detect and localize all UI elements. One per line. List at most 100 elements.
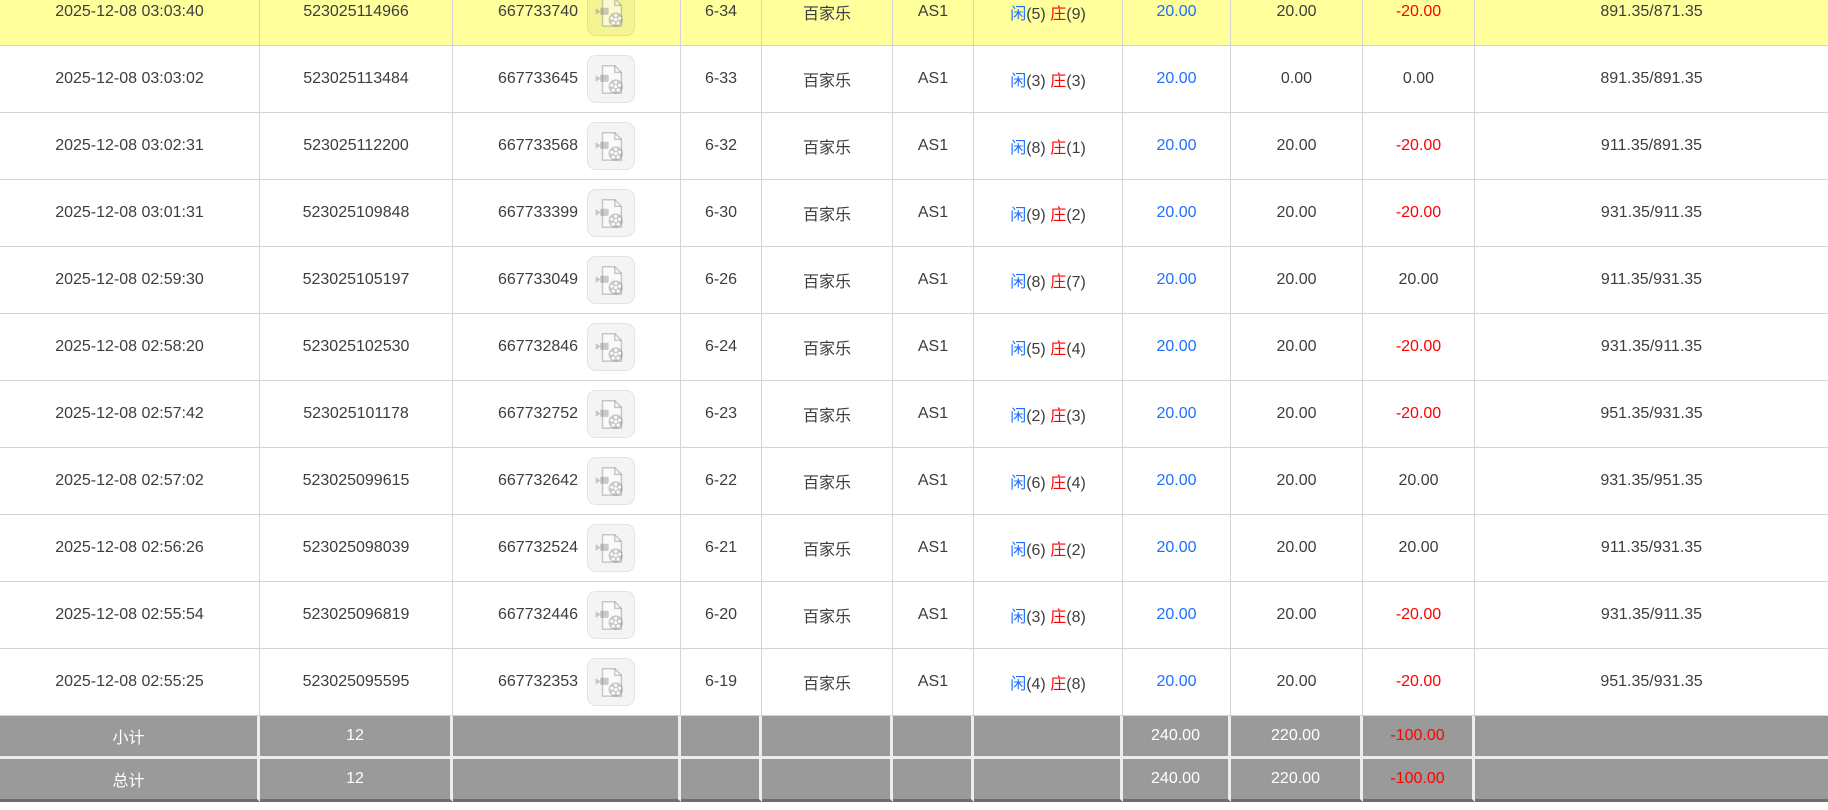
video-icon bbox=[595, 131, 623, 161]
video-replay-button[interactable] bbox=[587, 0, 636, 36]
bet-amount-link[interactable]: 20.00 bbox=[1156, 405, 1196, 422]
banker-points: (9) bbox=[1066, 5, 1086, 23]
valid-amount: 20.00 bbox=[1231, 112, 1363, 180]
balance: 951.35/931.35 bbox=[1475, 380, 1828, 448]
video-replay-button[interactable] bbox=[587, 590, 636, 639]
total-winloss: -100.00 bbox=[1363, 758, 1475, 802]
bet-number: 523025109848 bbox=[260, 179, 453, 247]
game-number: 667733049 bbox=[497, 270, 579, 288]
bet-number: 523025113484 bbox=[260, 45, 453, 113]
subtotal-valid-amount: 220.00 bbox=[1231, 715, 1363, 759]
game-result: 闲(5) 庄(9) bbox=[974, 0, 1123, 46]
valid-amount: 20.00 bbox=[1231, 380, 1363, 448]
valid-amount: 20.00 bbox=[1231, 648, 1363, 716]
player-points: (5) bbox=[1026, 5, 1046, 23]
bet-time: 2025-12-08 03:02:31 bbox=[0, 112, 260, 180]
round-number: 6-21 bbox=[681, 514, 762, 582]
player-points: (9) bbox=[1026, 206, 1046, 224]
table-name: AS1 bbox=[893, 380, 974, 448]
game-result: 闲(6) 庄(2) bbox=[974, 514, 1123, 582]
total-label: 总计 bbox=[0, 758, 260, 802]
video-replay-button[interactable] bbox=[587, 657, 636, 706]
subtotal-row: 小计 12 240.00 220.00 -100.00 bbox=[0, 715, 1828, 759]
bet-amount-link[interactable]: 20.00 bbox=[1156, 137, 1196, 154]
bet-time: 2025-12-08 02:59:30 bbox=[0, 246, 260, 314]
subtotal-bet-amount: 240.00 bbox=[1123, 715, 1231, 759]
game-number: 667732524 bbox=[497, 538, 579, 556]
player-label: 闲 bbox=[1010, 407, 1027, 425]
banker-points: (2) bbox=[1066, 206, 1086, 224]
video-replay-button[interactable] bbox=[587, 456, 636, 505]
table-name: AS1 bbox=[893, 246, 974, 314]
banker-points: (4) bbox=[1066, 474, 1086, 492]
betting-records-viewport: 2025-12-08 03:03:40 523025114966 6677337… bbox=[0, 0, 1828, 810]
banker-label: 庄 bbox=[1050, 608, 1067, 626]
bet-time: 2025-12-08 03:01:31 bbox=[0, 179, 260, 247]
win-loss: -20.00 bbox=[1363, 581, 1475, 649]
video-replay-button[interactable] bbox=[587, 54, 636, 103]
bet-time: 2025-12-08 02:57:42 bbox=[0, 380, 260, 448]
bet-number: 523025114966 bbox=[260, 0, 453, 46]
bet-amount-link[interactable]: 20.00 bbox=[1156, 338, 1196, 355]
bet-number: 523025105197 bbox=[260, 246, 453, 314]
bet-amount-link[interactable]: 20.00 bbox=[1156, 204, 1196, 221]
video-icon bbox=[595, 466, 623, 496]
table-row: 2025-12-08 02:57:42 523025101178 6677327… bbox=[0, 380, 1828, 448]
round-number: 6-23 bbox=[681, 380, 762, 448]
video-replay-button[interactable] bbox=[587, 188, 636, 237]
subtotal-count: 12 bbox=[260, 715, 453, 759]
game-type: 百家乐 bbox=[762, 648, 893, 716]
game-number: 667732846 bbox=[497, 337, 579, 355]
total-row: 总计 12 240.00 220.00 -100.00 bbox=[0, 758, 1828, 802]
video-icon bbox=[595, 64, 623, 94]
video-replay-button[interactable] bbox=[587, 121, 636, 170]
video-replay-button[interactable] bbox=[587, 322, 636, 371]
bet-amount-link[interactable]: 20.00 bbox=[1156, 3, 1196, 20]
banker-points: (3) bbox=[1066, 72, 1086, 90]
game-type: 百家乐 bbox=[762, 246, 893, 314]
subtotal-winloss: -100.00 bbox=[1363, 715, 1475, 759]
game-number: 667732642 bbox=[497, 471, 579, 489]
balance: 931.35/911.35 bbox=[1475, 179, 1828, 247]
game-result: 闲(2) 庄(3) bbox=[974, 380, 1123, 448]
bet-number: 523025098039 bbox=[260, 514, 453, 582]
table-name: AS1 bbox=[893, 447, 974, 515]
banker-label: 庄 bbox=[1050, 407, 1067, 425]
valid-amount: 20.00 bbox=[1231, 0, 1363, 46]
game-result: 闲(8) 庄(1) bbox=[974, 112, 1123, 180]
game-result: 闲(9) 庄(2) bbox=[974, 179, 1123, 247]
player-points: (3) bbox=[1026, 72, 1046, 90]
balance: 911.35/891.35 bbox=[1475, 112, 1828, 180]
table-row: 2025-12-08 02:59:30 523025105197 6677330… bbox=[0, 246, 1828, 314]
balance: 891.35/891.35 bbox=[1475, 45, 1828, 113]
banker-points: (1) bbox=[1066, 139, 1086, 157]
win-loss: -20.00 bbox=[1363, 112, 1475, 180]
win-loss: -20.00 bbox=[1363, 380, 1475, 448]
bet-amount-link[interactable]: 20.00 bbox=[1156, 271, 1196, 288]
bet-amount-link[interactable]: 20.00 bbox=[1156, 539, 1196, 556]
bet-amount-link[interactable]: 20.00 bbox=[1156, 472, 1196, 489]
video-replay-button[interactable] bbox=[587, 255, 636, 304]
banker-label: 庄 bbox=[1050, 5, 1067, 23]
game-type: 百家乐 bbox=[762, 380, 893, 448]
banker-label: 庄 bbox=[1050, 206, 1067, 224]
bet-amount-link[interactable]: 20.00 bbox=[1156, 70, 1196, 87]
video-replay-button[interactable] bbox=[587, 523, 636, 572]
game-number: 667732446 bbox=[497, 605, 579, 623]
win-loss: -20.00 bbox=[1363, 313, 1475, 381]
round-number: 6-34 bbox=[681, 0, 762, 46]
video-icon bbox=[595, 265, 623, 295]
total-bet-amount: 240.00 bbox=[1123, 758, 1231, 802]
bet-amount-link[interactable]: 20.00 bbox=[1156, 606, 1196, 623]
video-replay-button[interactable] bbox=[587, 389, 636, 438]
round-number: 6-22 bbox=[681, 447, 762, 515]
player-label: 闲 bbox=[1010, 5, 1027, 23]
player-label: 闲 bbox=[1010, 474, 1027, 492]
bet-time: 2025-12-08 02:57:02 bbox=[0, 447, 260, 515]
player-label: 闲 bbox=[1010, 273, 1027, 291]
bet-number: 523025101178 bbox=[260, 380, 453, 448]
player-label: 闲 bbox=[1010, 675, 1027, 693]
bet-amount-link[interactable]: 20.00 bbox=[1156, 673, 1196, 690]
bet-time: 2025-12-08 03:03:02 bbox=[0, 45, 260, 113]
game-type: 百家乐 bbox=[762, 447, 893, 515]
